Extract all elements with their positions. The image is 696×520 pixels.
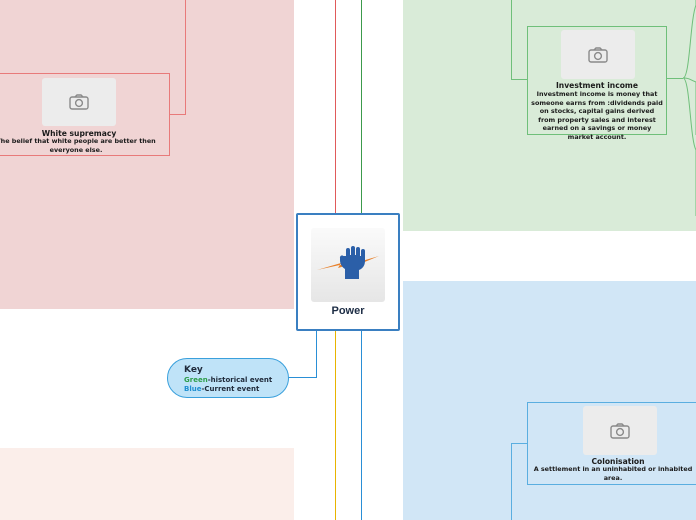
key-title: Key [184, 365, 203, 375]
key-blue-word: Blue [184, 385, 202, 393]
key-green-word: Green [184, 376, 208, 384]
topic-card-white-supremacy[interactable]: White supremacy The belief that white pe… [0, 73, 170, 156]
image-placeholder[interactable] [583, 406, 657, 455]
connector-colonisation [511, 443, 528, 520]
connector-investment-income [511, 0, 528, 80]
connector-white-supremacy [169, 0, 186, 115]
branch-line-red [335, 0, 336, 214]
central-topic-image [311, 228, 385, 302]
branch-line-blue [361, 331, 362, 520]
central-topic-power[interactable]: Power [296, 213, 400, 331]
camera-icon [69, 94, 89, 110]
raised-fist-lightning-icon [317, 246, 379, 279]
image-placeholder[interactable] [561, 30, 635, 79]
camera-icon [588, 46, 608, 63]
key-box[interactable]: Key Green-historical event Blue-Current … [167, 358, 289, 398]
topic-description: The belief that white people are better … [0, 137, 156, 154]
camera-icon [610, 422, 630, 439]
topic-card-colonisation[interactable]: Colonisation A settlement in an uninhabi… [527, 402, 696, 485]
image-placeholder[interactable] [42, 78, 116, 126]
key-green-text: -historical event [207, 376, 273, 384]
central-topic-label: Power [331, 305, 365, 317]
region-peach-branch [0, 448, 294, 520]
key-blue-line: Blue-Current event [184, 385, 259, 393]
key-blue-text: -Current event [201, 385, 260, 393]
key-green-line: Green-historical event [184, 376, 272, 384]
topic-description: A settlement in an uninhabited or inhabi… [533, 465, 693, 482]
branch-line-yellow [335, 331, 336, 520]
topic-description: Investment income is money that someone … [531, 90, 663, 141]
connector-investment-curves [682, 0, 696, 216]
connector-key [288, 331, 317, 378]
topic-title: Investment income [555, 81, 638, 90]
branch-line-green [361, 0, 362, 214]
topic-card-investment-income[interactable]: Investment income Investment income is m… [527, 26, 667, 141]
